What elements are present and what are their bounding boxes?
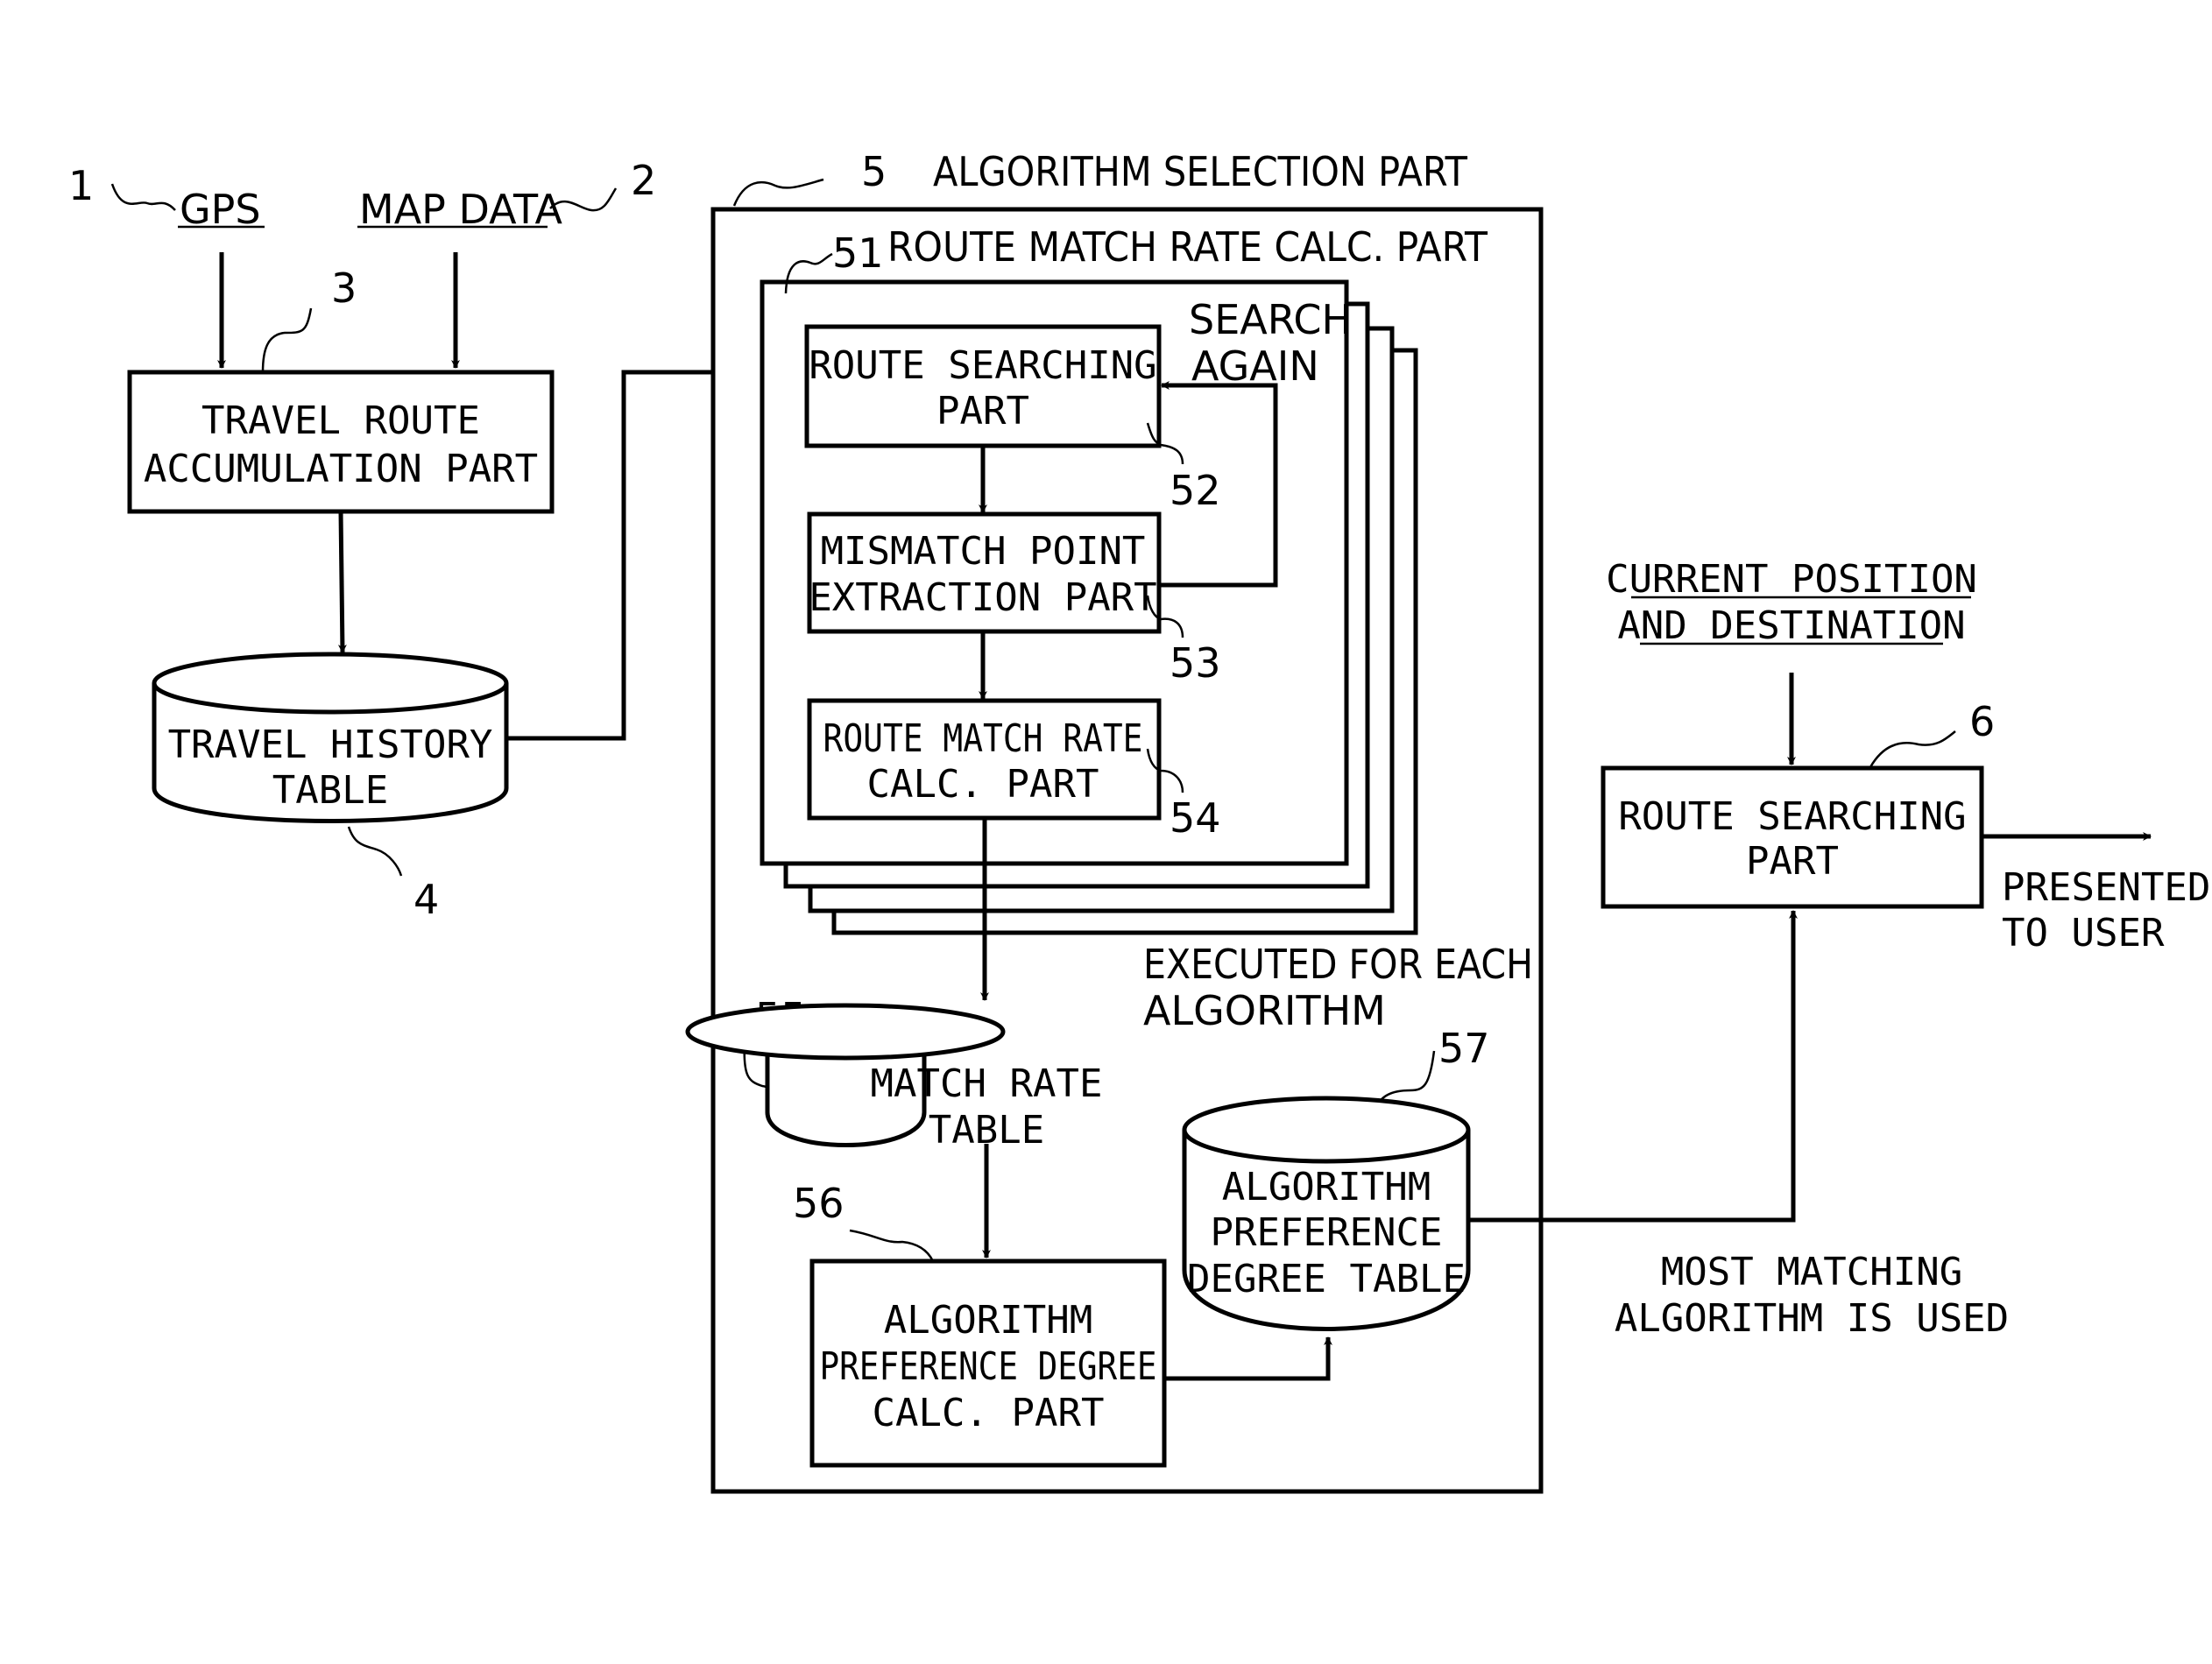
match-rate-calc-line-1: ROUTE MATCH RATE — [823, 716, 1143, 761]
ref-3: 3 — [331, 264, 357, 312]
mismatch-line-2: EXTRACTION PART — [809, 575, 1156, 620]
pref-table-line-2: PREFERENCE — [1211, 1210, 1443, 1255]
output-note-line-2: TO USER — [2002, 911, 2165, 955]
mismatch-line-1: MISMATCH POINT — [821, 529, 1146, 574]
output-note-line-1: PRESENTED — [2002, 865, 2210, 910]
executed-note-line-1: EXECUTED FOR EACH — [1143, 941, 1533, 988]
accumulation-line-1: TRAVEL ROUTE — [201, 398, 480, 443]
route-searching-6-line-2: PART — [1746, 839, 1839, 884]
leader-3 — [261, 307, 313, 373]
search-again-line-2: AGAIN — [1191, 342, 1319, 390]
pref-calc-line-2: PREFERENCE DEGREE — [820, 1344, 1157, 1389]
ref-6: 6 — [1969, 698, 1995, 745]
match-rate-table-line-1: MATCH RATE — [871, 1061, 1103, 1106]
route-searching-52-line-1: ROUTE SEARCHING — [809, 343, 1156, 388]
ref-53: 53 — [1170, 639, 1221, 687]
leader-5 — [732, 178, 824, 207]
ref-51: 51 — [832, 229, 884, 277]
ref-2: 2 — [631, 157, 656, 204]
algorithm-selection-title: ALGORITHM SELECTION PART — [933, 148, 1468, 195]
current-position-line-1: CURRENT POSITION — [1606, 557, 1977, 602]
executed-note-line-2: ALGORITHM — [1143, 987, 1386, 1034]
leader-6 — [1869, 730, 1956, 768]
most-matching-line-2: ALGORITHM IS USED — [1615, 1296, 2009, 1341]
pref-table-line-3: DEGREE TABLE — [1187, 1257, 1466, 1301]
route-searching-52-line-2: PART — [936, 389, 1029, 434]
history-line-2: TABLE — [272, 768, 388, 813]
route-match-rate-calc-title: ROUTE MATCH RATE CALC. PART — [887, 223, 1488, 271]
history-line-1: TRAVEL HISTORY — [168, 723, 493, 767]
block-diagram: 1 GPS MAP DATA 2 3 TRAVEL ROUTE ACCUMULA… — [68, 148, 2210, 1494]
route-searching-6-line-1: ROUTE SEARCHING — [1618, 794, 1966, 839]
ref-52: 52 — [1170, 467, 1221, 514]
ref-1: 1 — [68, 162, 94, 209]
ref-4: 4 — [413, 876, 439, 923]
current-position-line-2: AND DESTINATION — [1617, 603, 1965, 648]
leader-4 — [347, 826, 403, 877]
most-matching-line-1: MOST MATCHING — [1661, 1250, 1962, 1294]
ref-5: 5 — [861, 148, 887, 195]
arrow-accumulation-to-history — [337, 511, 347, 653]
search-again-line-1: SEARCH — [1189, 296, 1352, 343]
ref-57: 57 — [1438, 1025, 1490, 1072]
ref-56: 56 — [793, 1180, 845, 1227]
pref-calc-line-1: ALGORITHM — [884, 1298, 1092, 1343]
match-rate-calc-line-2: CALC. PART — [867, 762, 1099, 807]
pref-calc-line-3: CALC. PART — [873, 1391, 1105, 1435]
accumulation-line-2: ACCUMULATION PART — [144, 447, 538, 491]
leader-1 — [110, 183, 176, 211]
ref-54: 54 — [1170, 794, 1221, 842]
pref-table-line-1: ALGORITHM — [1222, 1165, 1431, 1209]
